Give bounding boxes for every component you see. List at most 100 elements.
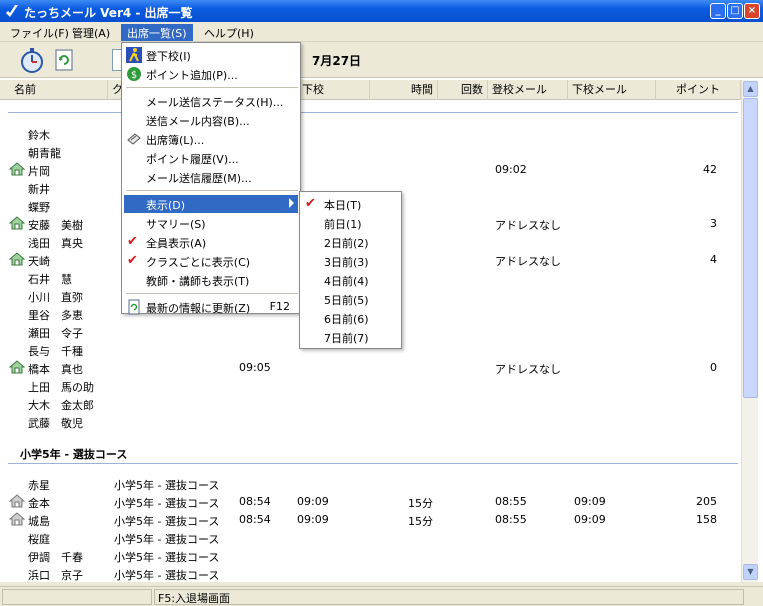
menu-help[interactable]: ヘルプ(H) xyxy=(198,24,260,41)
menu-item[interactable]: ✔ 全員表示(A) xyxy=(124,233,298,251)
menu-item[interactable]: 送信メール内容(B)... xyxy=(124,111,298,129)
vertical-scrollbar[interactable]: ▲ ▼ xyxy=(741,80,758,582)
student-name: 浜口 京子 xyxy=(28,569,83,582)
student-name: 橋本 真也 xyxy=(28,363,83,376)
walker-icon xyxy=(126,47,142,63)
submenu-item[interactable]: 3日前(3) xyxy=(302,252,399,270)
svg-text:$: $ xyxy=(131,70,137,81)
table-row[interactable]: 浜口 京子 小学5年 - 選抜コース xyxy=(0,565,741,582)
menu-item[interactable]: 最新の情報に更新(Z) F12 xyxy=(124,298,298,316)
menu-admin[interactable]: 管理(A) xyxy=(66,24,116,41)
cell-leave-mail: 09:09 xyxy=(574,513,606,526)
close-button[interactable]: × xyxy=(744,3,760,19)
menu-bar: ファイル(F) 管理(A) 出席一覧(S) ヘルプ(H) xyxy=(0,22,763,42)
menu-item-label: 表示(D) xyxy=(146,199,186,212)
student-name: 上田 馬の助 xyxy=(28,381,94,394)
menu-item[interactable]: ✔ クラスごとに表示(C) xyxy=(124,252,298,270)
menu-item-label: 前日(1) xyxy=(324,218,362,231)
menu-item[interactable]: $ ポイント追加(P)... xyxy=(124,65,298,83)
student-name: 長与 千種 xyxy=(28,345,83,358)
scroll-up-arrow[interactable]: ▲ xyxy=(743,81,758,97)
col-leave[interactable]: 下校 xyxy=(298,80,370,100)
refresh-icon xyxy=(128,299,140,315)
submenu-item[interactable]: 4日前(4) xyxy=(302,271,399,289)
cell-leave: 09:09 xyxy=(297,513,329,526)
student-name: 安藤 美樹 xyxy=(28,219,83,232)
student-name: 城島 xyxy=(28,515,50,528)
cell-arrive: 08:54 xyxy=(239,495,271,508)
menu-item[interactable]: ポイント履歴(V)... xyxy=(124,149,298,167)
scroll-thumb[interactable] xyxy=(743,98,758,398)
table-row[interactable]: 金本 小学5年 - 選抜コース 08:54 09:09 15分 08:55 09:09 205 xyxy=(0,493,741,510)
menu-item[interactable]: 教師・講師も表示(T) xyxy=(124,271,298,289)
status-text: F5:入退場画面 xyxy=(158,592,231,605)
table-row[interactable]: 城島 小学5年 - 選抜コース 08:54 09:09 15分 08:55 09:09 158 xyxy=(0,511,741,528)
table-row[interactable]: 片岡 09:02 42 xyxy=(0,161,741,178)
student-name: 金本 xyxy=(28,497,50,510)
menu-item[interactable]: メール送信ステータス(H)... xyxy=(124,92,298,110)
cell-arrive-mail: 08:55 xyxy=(495,513,527,526)
table-row[interactable]: 桜庭 小学5年 - 選抜コース xyxy=(0,529,741,546)
minimize-button[interactable]: _ xyxy=(710,3,726,19)
submenu-item[interactable]: 6日前(6) xyxy=(302,309,399,327)
menu-item[interactable]: 表示(D) xyxy=(124,195,298,213)
table-row[interactable]: 武藤 敬児 xyxy=(0,413,741,430)
menu-item-label: 送信メール内容(B)... xyxy=(146,115,250,128)
table-row[interactable]: 橋本 真也 09:05 アドレスなし 0 xyxy=(0,359,741,376)
table-row[interactable]: 赤星 小学5年 - 選抜コース xyxy=(0,475,741,492)
scroll-down-arrow[interactable]: ▼ xyxy=(743,564,758,580)
submenu-item[interactable]: ✔ 本日(T) xyxy=(302,195,399,213)
student-name: 浅田 真央 xyxy=(28,237,83,250)
menu-attendance[interactable]: 出席一覧(S) xyxy=(121,24,193,41)
student-name: 桜庭 xyxy=(28,533,50,546)
submenu-item[interactable]: 5日前(5) xyxy=(302,290,399,308)
window-title: たっちメール Ver4 - 出席一覧 xyxy=(24,6,193,20)
menu-separator xyxy=(126,293,298,294)
refresh-icon[interactable] xyxy=(50,46,78,74)
menu-item[interactable]: 出席簿(L)... xyxy=(124,130,298,148)
cell-leave-mail: 09:09 xyxy=(574,495,606,508)
submenu-item[interactable]: 2日前(2) xyxy=(302,233,399,251)
menu-file[interactable]: ファイル(F) xyxy=(4,24,75,41)
cell-class: 小学5年 - 選抜コース xyxy=(114,497,220,510)
table-row[interactable]: 伊調 千春 小学5年 - 選抜コース xyxy=(0,547,741,564)
menu-item-label: 教師・講師も表示(T) xyxy=(146,275,250,288)
menu-item[interactable]: メール送信履歴(M)... xyxy=(124,168,298,186)
menu-item[interactable]: 登下校(I) xyxy=(124,46,298,64)
menu-item-label: メール送信ステータス(H)... xyxy=(146,96,284,109)
table-row[interactable]: 大木 金太郎 xyxy=(0,395,741,412)
student-name: 蝶野 xyxy=(28,201,50,214)
table-row[interactable]: 朝青龍 xyxy=(0,143,741,160)
table-row[interactable]: 上田 馬の助 xyxy=(0,377,741,394)
menu-item-label: 7日前(7) xyxy=(324,332,369,345)
student-name: 伊調 千春 xyxy=(28,551,83,564)
menu-item-label: 3日前(3) xyxy=(324,256,369,269)
display-submenu: ✔ 本日(T) 前日(1) 2日前(2) 3日前(3) 4日前(4) 5日前(5) 6日前(6… xyxy=(299,191,402,349)
submenu-item[interactable]: 前日(1) xyxy=(302,214,399,232)
col-name[interactable]: 名前 xyxy=(0,80,108,100)
checkmark-icon: ✔ xyxy=(127,253,138,268)
cell-arrive-mail: アドレスなし xyxy=(495,363,561,376)
student-name: 鈴木 xyxy=(28,129,50,142)
menu-separator xyxy=(126,190,298,191)
menu-item-label: クラスごとに表示(C) xyxy=(146,256,251,269)
menu-item[interactable]: サマリー(S) xyxy=(124,214,298,232)
stopwatch-icon[interactable] xyxy=(18,46,46,74)
col-count[interactable]: 回数 xyxy=(438,80,488,100)
table-row[interactable]: 鈴木 xyxy=(0,125,741,142)
col-point[interactable]: ポイント xyxy=(656,80,741,100)
student-name: 里谷 多恵 xyxy=(28,309,83,322)
student-name: 赤星 xyxy=(28,479,50,492)
submenu-item[interactable]: 7日前(7) xyxy=(302,328,399,346)
status-section xyxy=(2,589,152,605)
col-arrive-mail[interactable]: 登校メール xyxy=(488,80,568,100)
house-icon xyxy=(9,252,25,266)
student-name: 大木 金太郎 xyxy=(28,399,94,412)
col-time[interactable]: 時間 xyxy=(370,80,438,100)
menu-item-label: ポイント履歴(V)... xyxy=(146,153,239,166)
col-leave-mail[interactable]: 下校メール xyxy=(568,80,656,100)
submenu-arrow-icon xyxy=(289,198,294,208)
cell-point: 158 xyxy=(696,513,717,526)
maximize-button[interactable]: □ xyxy=(727,3,743,19)
attendance-menu: 登下校(I) $ ポイント追加(P)... メール送信ステータス(H)... 送信メール… xyxy=(121,42,301,316)
